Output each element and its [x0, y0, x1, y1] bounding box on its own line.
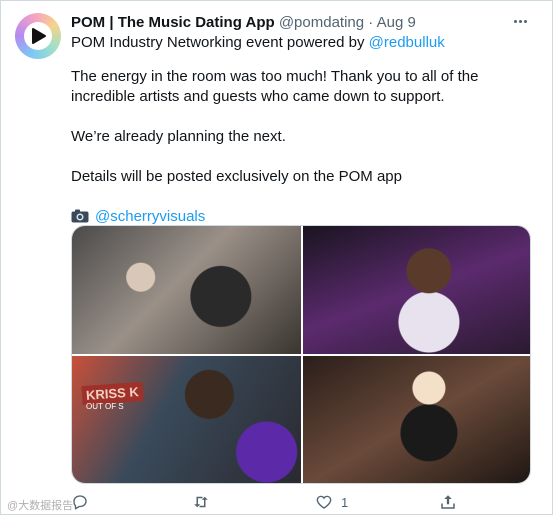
tweet-body: The energy in the room was too much! Tha… — [71, 67, 541, 247]
photo-crowd[interactable] — [72, 226, 301, 354]
tweet-paragraph: We’re already planning the next. — [71, 128, 286, 145]
tweet-paragraph: The energy in the room was too much! Tha… — [71, 68, 479, 105]
heart-icon — [316, 495, 332, 509]
credit-line: @scherryvisuals — [71, 207, 541, 227]
photo-grid: KRISS K OUT OF S — [71, 225, 531, 484]
watermark: @大数据报告 — [7, 500, 74, 512]
tweet-paragraph: Details will be posted exclusively on th… — [71, 168, 402, 185]
pom-play-logo-icon — [32, 28, 46, 44]
like-button[interactable]: 1 — [315, 493, 348, 511]
reply-icon — [73, 495, 87, 510]
display-name[interactable]: POM | The Music Dating App — [71, 14, 275, 31]
share-icon — [441, 495, 455, 509]
user-handle[interactable]: @pomdating — [279, 14, 364, 31]
mention-scherryvisuals[interactable]: @scherryvisuals — [95, 208, 205, 225]
tweet-card[interactable]: POM | The Music Dating App @pomdating · … — [0, 0, 553, 515]
retweet-icon — [194, 496, 208, 508]
tweet-actions: 1 — [71, 493, 531, 515]
photo-sign-sub: OUT OF S — [86, 402, 124, 411]
mention-redbulluk[interactable]: @redbulluk — [369, 34, 445, 51]
reply-button[interactable] — [71, 493, 89, 511]
tweet-subline: POM Industry Networking event powered by… — [71, 33, 445, 53]
more-dot — [523, 19, 527, 23]
avatar[interactable] — [15, 13, 61, 59]
retweet-button[interactable] — [191, 493, 211, 511]
like-count: 1 — [341, 494, 349, 510]
photo-guest[interactable] — [303, 356, 530, 483]
more-dots-icon[interactable] — [508, 11, 532, 31]
tweet-date[interactable]: Aug 9 — [377, 14, 416, 31]
more-dot — [513, 19, 517, 23]
more-dot — [518, 19, 522, 23]
share-button[interactable] — [439, 493, 457, 511]
photo-singer[interactable] — [303, 226, 530, 354]
subline-text: POM Industry Networking event powered by — [71, 34, 369, 51]
separator-dot: · — [368, 14, 374, 31]
tweet-header: POM | The Music Dating App @pomdating · … — [71, 13, 512, 33]
photo-performer[interactable]: KRISS K OUT OF S — [72, 356, 301, 483]
camera-icon — [71, 209, 89, 223]
